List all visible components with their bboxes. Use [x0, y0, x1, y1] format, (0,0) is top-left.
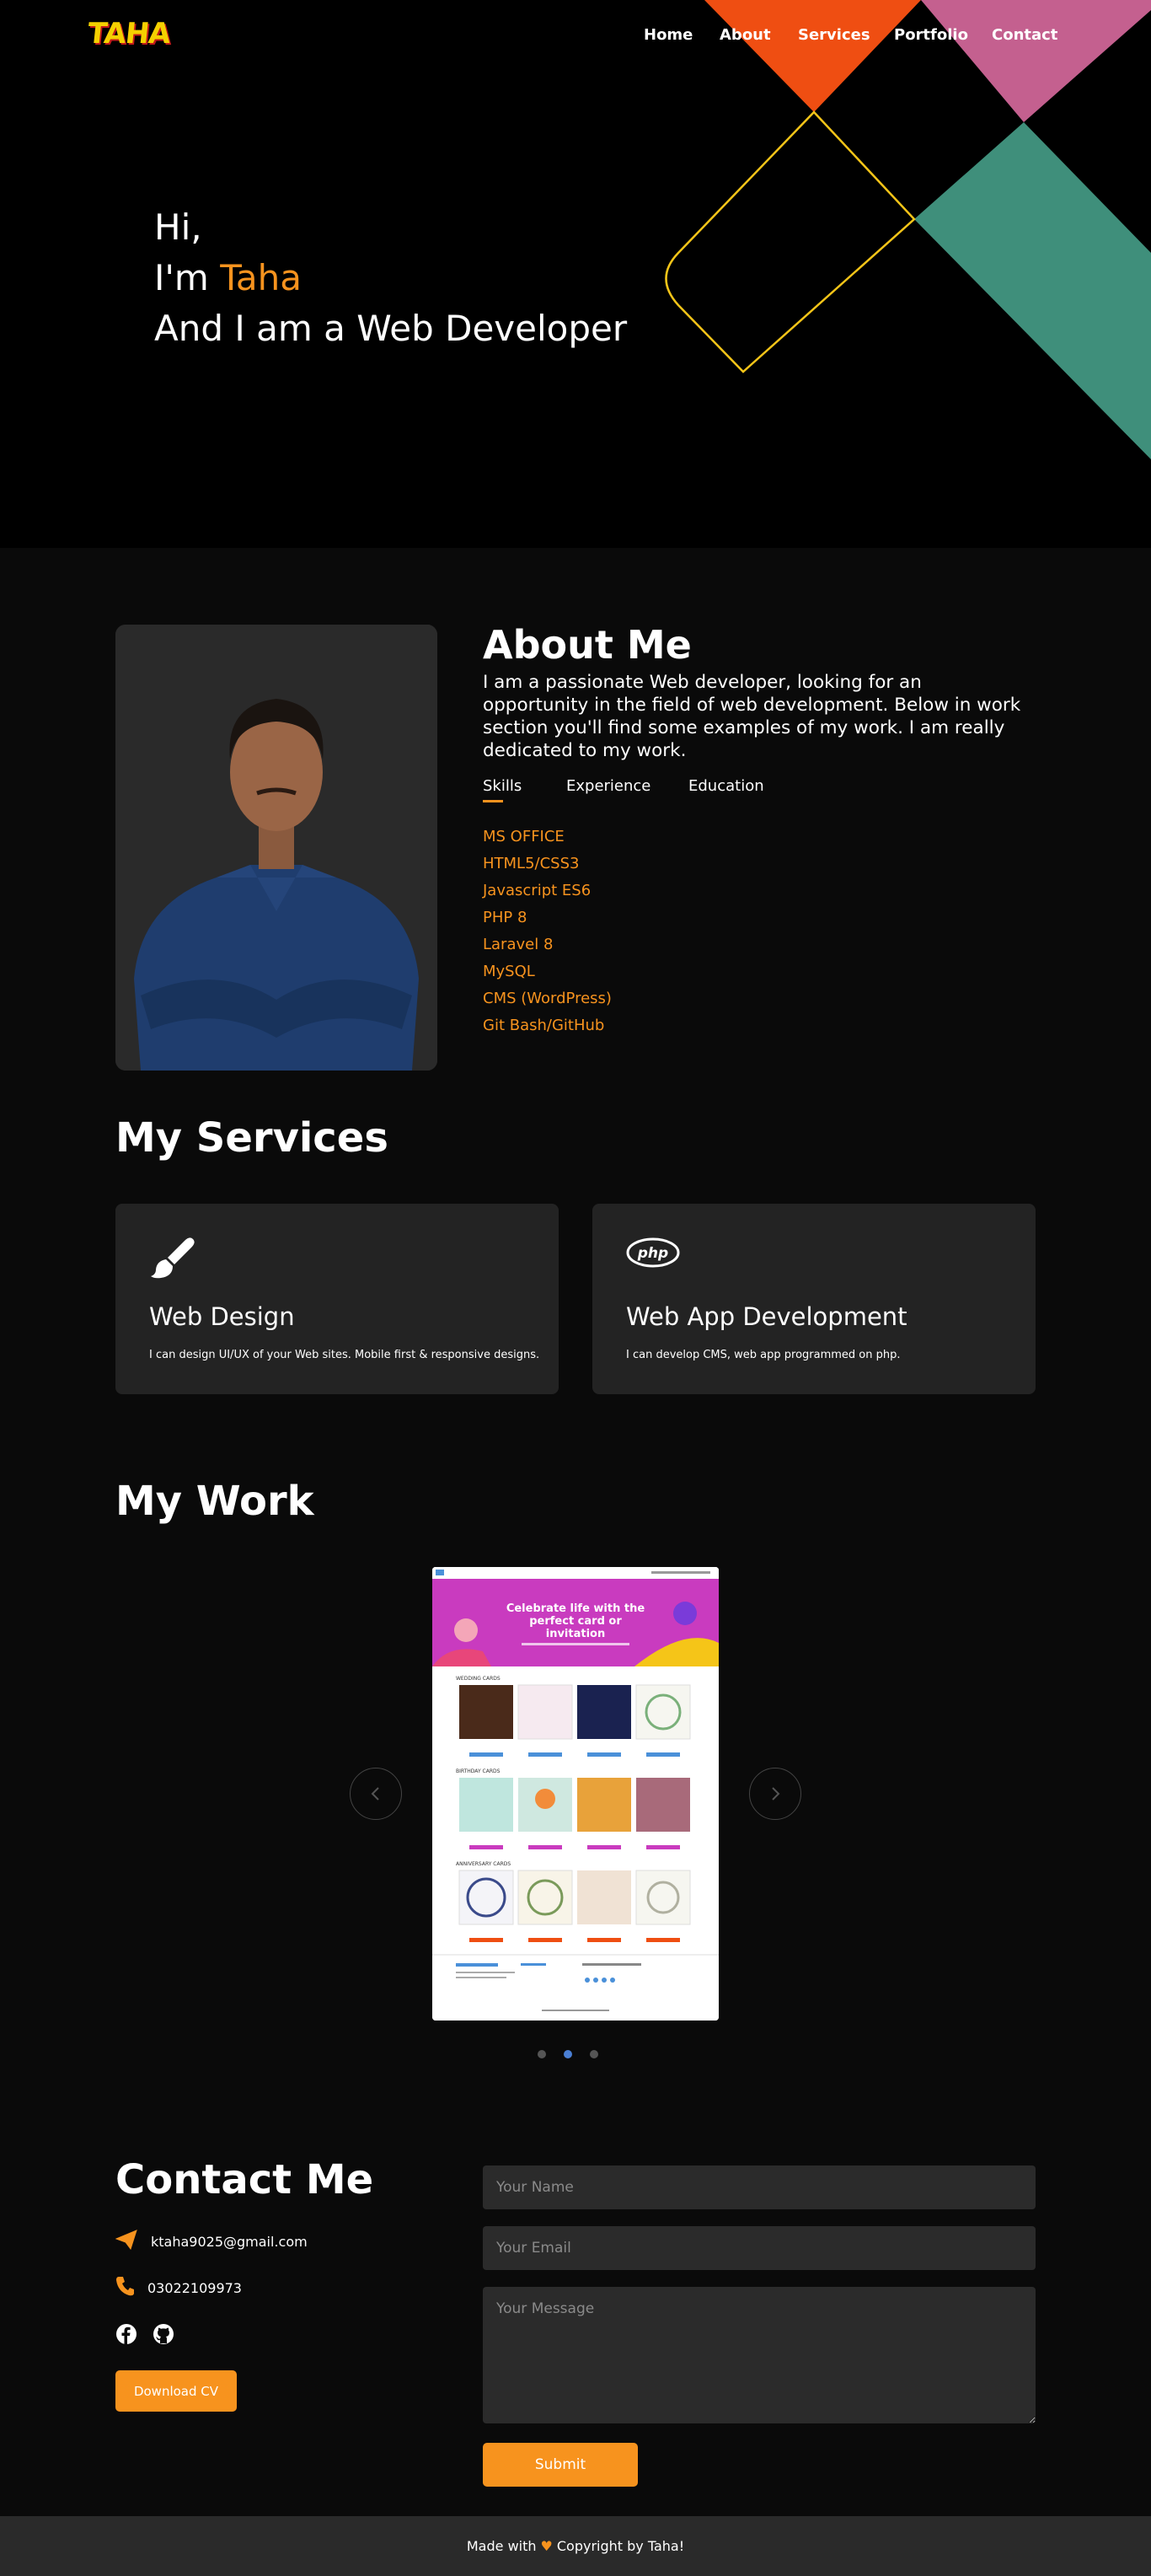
contact-email-row: ktaha9025@gmail.com — [115, 2230, 308, 2253]
chevron-right-icon — [772, 1787, 780, 1801]
yellow-outline-shape — [665, 110, 916, 373]
skill-item: Git Bash/GitHub — [483, 1017, 605, 1034]
service-title: Web Design — [149, 1302, 295, 1331]
service-card-web-app: php Web App Development I can develop CM… — [592, 1204, 1036, 1394]
paper-plane-icon — [115, 2230, 137, 2253]
submit-button[interactable]: Submit — [483, 2443, 638, 2487]
footer-prefix: Made with — [466, 2538, 537, 2554]
about-description: I am a passionate Web developer, looking… — [483, 672, 1021, 761]
nav-home[interactable]: Home — [644, 26, 693, 44]
tab-experience[interactable]: Experience — [566, 777, 650, 795]
skill-item: Laravel 8 — [483, 936, 554, 953]
slide-section-label: WEDDING CARDS — [456, 1676, 501, 1682]
tab-education[interactable]: Education — [688, 777, 764, 795]
skill-item: HTML5/CSS3 — [483, 855, 580, 872]
message-textarea[interactable] — [483, 2287, 1036, 2423]
skills-list: MS OFFICE HTML5/CSS3 Javascript ES6 PHP … — [483, 828, 612, 1044]
skill-item: MySQL — [483, 963, 535, 980]
site-logo[interactable]: TAHA — [86, 17, 172, 51]
contact-email[interactable]: ktaha9025@gmail.com — [151, 2234, 308, 2250]
nav-services[interactable]: Services — [798, 26, 870, 44]
hero-section: TAHA Home About Services Portfolio Conta… — [0, 0, 1151, 548]
paintbrush-icon — [149, 1236, 196, 1286]
service-card-web-design: Web Design I can design UI/UX of your We… — [115, 1204, 559, 1394]
orange-triangle — [704, 0, 921, 112]
about-title: About Me — [483, 622, 692, 668]
svg-text:invitation: invitation — [546, 1628, 605, 1640]
skill-item: CMS (WordPress) — [483, 990, 612, 1007]
nav-about[interactable]: About — [720, 26, 771, 44]
profile-photo — [115, 625, 437, 1071]
svg-text:perfect card or: perfect card or — [529, 1615, 622, 1628]
slider-dot[interactable] — [590, 2050, 598, 2058]
svg-text:ANNIVERSARY CARDS: ANNIVERSARY CARDS — [456, 1861, 511, 1867]
footer: Made with ♥ Copyright by Taha! — [0, 2516, 1151, 2576]
footer-copyright: Copyright by Taha! — [556, 2538, 685, 2554]
service-description: I can design UI/UX of your Web sites. Mo… — [149, 1349, 540, 1361]
name-input[interactable] — [483, 2165, 1036, 2209]
slider-dot[interactable] — [538, 2050, 546, 2058]
chevron-left-icon — [371, 1787, 379, 1801]
facebook-icon[interactable] — [115, 2323, 137, 2348]
nav-contact[interactable]: Contact — [992, 26, 1057, 44]
slider-next-button[interactable] — [749, 1768, 801, 1820]
portfolio-preview-image: Celebrate life with the perfect card or … — [432, 1567, 719, 2021]
portfolio-slide-screenshot[interactable]: Celebrate life with the perfect card or … — [432, 1567, 719, 2021]
social-links — [115, 2323, 174, 2348]
hero-name: Taha — [220, 257, 302, 298]
services-title: My Services — [115, 1114, 388, 1162]
hero-intro: Hi, I'm Taha And I am a Web Developer — [154, 202, 627, 354]
phone-icon — [115, 2276, 134, 2300]
svg-text:BIRTHDAY CARDS: BIRTHDAY CARDS — [456, 1768, 501, 1774]
contact-title: Contact Me — [115, 2156, 374, 2203]
skill-item: PHP 8 — [483, 909, 527, 926]
tab-skills-label: Skills — [483, 777, 522, 795]
slider-dot-active[interactable] — [564, 2050, 572, 2058]
service-description: I can develop CMS, web app programmed on… — [626, 1349, 901, 1361]
php-icon: php — [626, 1236, 680, 1273]
profile-photo-card — [115, 625, 437, 1071]
service-title: Web App Development — [626, 1302, 907, 1331]
download-cv-button[interactable]: Download CV — [115, 2370, 237, 2412]
contact-phone[interactable]: 03022109973 — [147, 2280, 242, 2296]
hero-role: And I am a Web Developer — [154, 308, 628, 349]
slider-prev-button[interactable] — [350, 1768, 402, 1820]
contact-phone-row: 03022109973 — [115, 2276, 242, 2300]
work-title: My Work — [115, 1478, 314, 1525]
tab-skills[interactable]: Skills — [483, 777, 522, 802]
pink-shape — [921, 0, 1151, 122]
nav-portfolio[interactable]: Portfolio — [894, 26, 968, 44]
hero-greeting: Hi, — [154, 207, 202, 248]
hero-name-prefix: I'm — [154, 257, 221, 298]
email-input[interactable] — [483, 2226, 1036, 2270]
skill-item: MS OFFICE — [483, 828, 565, 845]
teal-shape — [914, 122, 1151, 459]
slide-hero-text: Celebrate life with the — [506, 1602, 645, 1615]
skill-item: Javascript ES6 — [483, 882, 592, 899]
hero-name-line: I'm Taha — [154, 253, 627, 303]
github-icon[interactable] — [153, 2323, 174, 2348]
tab-active-indicator — [483, 800, 503, 802]
svg-text:php: php — [637, 1245, 668, 1262]
heart-icon: ♥ — [540, 2538, 553, 2554]
